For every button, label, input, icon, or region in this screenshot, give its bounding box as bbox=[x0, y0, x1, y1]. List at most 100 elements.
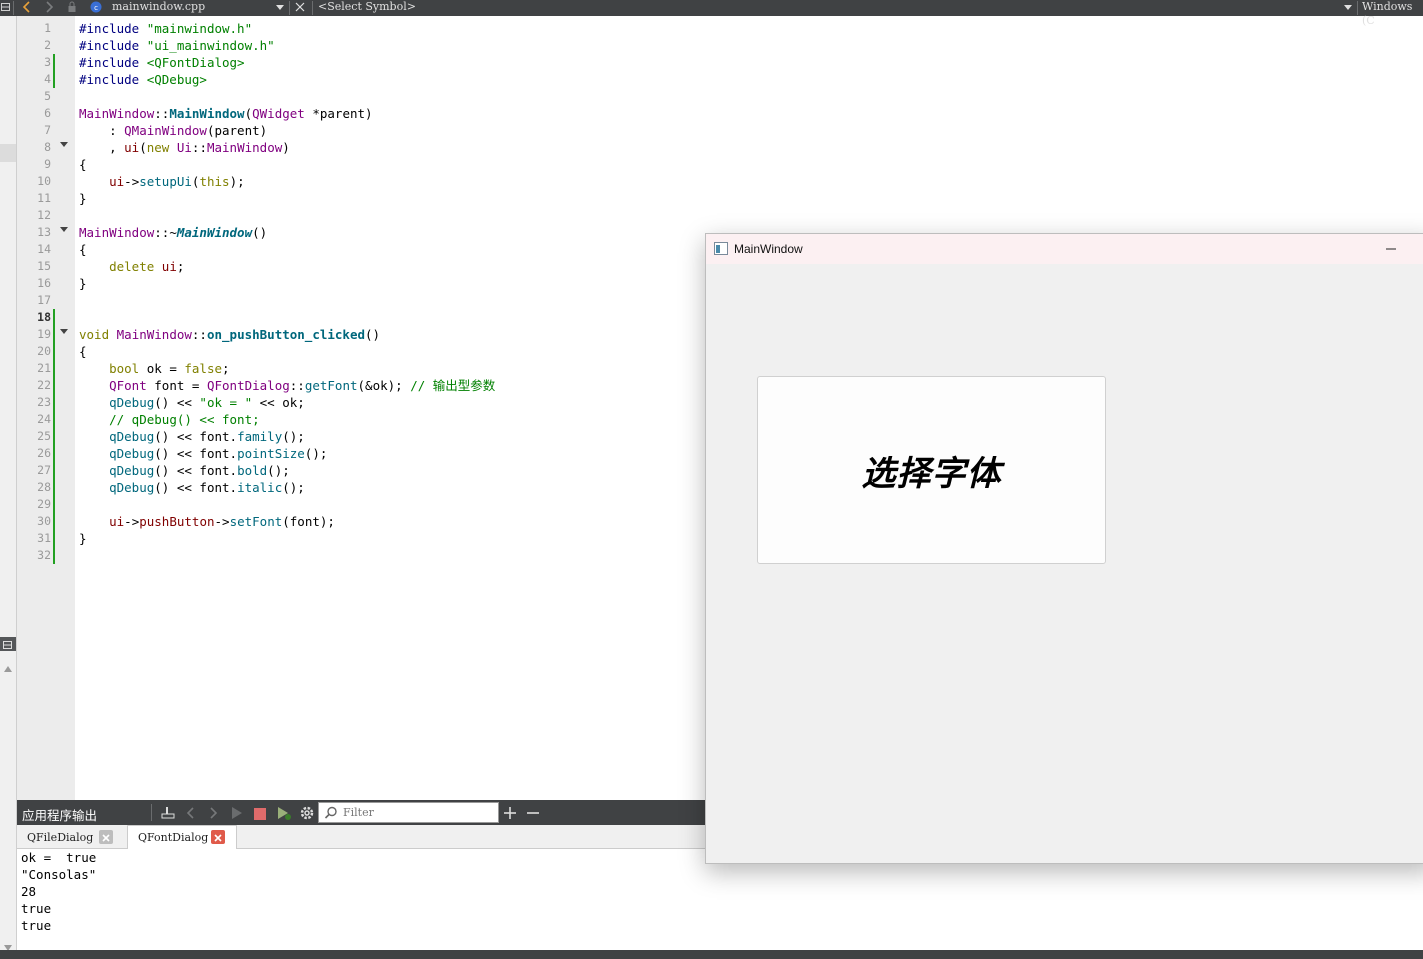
code-line: : QMainWindow(parent) bbox=[79, 123, 268, 138]
line-number: 8 bbox=[44, 140, 51, 154]
stop-icon[interactable] bbox=[253, 806, 267, 825]
line-number: 13 bbox=[37, 225, 51, 239]
line-number: 20 bbox=[37, 344, 51, 358]
code-line: qDebug() << font.bold(); bbox=[109, 463, 290, 478]
code-line: MainWindow::~MainWindow() bbox=[79, 225, 268, 240]
filter-field[interactable]: Filter bbox=[318, 802, 499, 823]
plus-icon[interactable] bbox=[503, 805, 517, 825]
code-line: } bbox=[79, 531, 87, 546]
tab-qfontdialog[interactable]: QFontDialog bbox=[127, 825, 237, 850]
code-line: { bbox=[79, 344, 87, 359]
code-line: , ui(new Ui::MainWindow) bbox=[79, 140, 290, 155]
output-line: "Consolas" bbox=[21, 867, 97, 882]
line-number: 6 bbox=[44, 106, 51, 120]
minus-icon[interactable] bbox=[526, 805, 540, 825]
code-line: QFont font = QFontDialog::getFont(&ok); … bbox=[109, 378, 496, 393]
line-number: 10 bbox=[37, 174, 51, 188]
line-number: 25 bbox=[37, 429, 51, 443]
dropdown-arrow-icon[interactable] bbox=[1344, 0, 1352, 16]
line-number: 18 bbox=[37, 310, 51, 324]
next-icon[interactable] bbox=[207, 805, 219, 825]
line-number: 5 bbox=[44, 89, 51, 103]
output-line: true bbox=[21, 901, 52, 916]
fold-arrow-icon[interactable] bbox=[60, 141, 68, 151]
code-line: qDebug() << font.italic(); bbox=[109, 480, 305, 495]
line-number: 1 bbox=[44, 21, 51, 35]
line-number: 31 bbox=[37, 531, 51, 545]
modified-line-marker bbox=[53, 309, 55, 564]
minimize-icon[interactable] bbox=[1385, 243, 1397, 255]
code-line: { bbox=[79, 242, 87, 257]
back-arrow-icon[interactable] bbox=[21, 0, 33, 16]
line-number: 7 bbox=[44, 123, 51, 137]
code-line: } bbox=[79, 276, 87, 291]
line-number: 12 bbox=[37, 208, 51, 222]
line-number: 22 bbox=[37, 378, 51, 392]
forward-arrow-icon[interactable] bbox=[43, 0, 55, 16]
file-type-icon: c bbox=[88, 0, 104, 16]
code-line: // qDebug() << font; bbox=[109, 412, 260, 427]
line-number: 21 bbox=[37, 361, 51, 375]
status-bar bbox=[0, 950, 1423, 959]
tab-label: QFileDialog bbox=[27, 831, 94, 844]
close-icon[interactable] bbox=[294, 0, 306, 16]
line-number: 14 bbox=[37, 242, 51, 256]
close-tab-icon[interactable] bbox=[211, 830, 225, 844]
code-line: { bbox=[79, 157, 87, 172]
clear-icon[interactable] bbox=[160, 805, 176, 825]
file-name[interactable]: mainwindow.cpp bbox=[112, 0, 205, 16]
search-icon bbox=[324, 806, 337, 819]
modified-line-marker bbox=[53, 54, 55, 88]
code-editor[interactable]: #include "mainwindow.h" #include "ui_main… bbox=[75, 16, 705, 800]
code-line: ui->pushButton->setFont(font); bbox=[109, 514, 335, 529]
line-number: 16 bbox=[37, 276, 51, 290]
window-title: MainWindow bbox=[734, 242, 803, 256]
tab-label: QFontDialog bbox=[138, 831, 209, 844]
select-font-button[interactable]: 选择字体 bbox=[757, 376, 1106, 564]
run-icon[interactable] bbox=[230, 805, 244, 825]
output-tabs: QFileDialog QFontDialog bbox=[17, 825, 705, 850]
left-panel-strip bbox=[0, 16, 17, 951]
prev-icon[interactable] bbox=[185, 805, 197, 825]
debug-run-icon[interactable] bbox=[276, 805, 292, 825]
lock-icon bbox=[67, 0, 77, 16]
code-line: #include <QFontDialog> bbox=[79, 55, 245, 70]
line-number: 28 bbox=[37, 480, 51, 494]
line-number: 24 bbox=[37, 412, 51, 426]
output-line: true bbox=[21, 918, 52, 933]
main-window: MainWindow 选择字体 bbox=[705, 233, 1423, 864]
code-line: qDebug() << font.pointSize(); bbox=[109, 446, 328, 461]
line-number: 26 bbox=[37, 446, 51, 460]
output-toggle-icon[interactable] bbox=[0, 637, 16, 651]
output-pane-title: 应用程序输出 bbox=[22, 808, 98, 823]
split-icon[interactable] bbox=[1, 0, 11, 16]
gear-icon[interactable] bbox=[299, 805, 315, 825]
line-number-gutter: 1 2 3 4 5 6 7 8 9 10 11 12 13 14 15 16 17 18 19 20 21 22 23 24 2… bbox=[17, 16, 75, 800]
scroll-up-icon[interactable] bbox=[3, 658, 13, 677]
svg-text:c: c bbox=[94, 4, 98, 12]
line-number: 29 bbox=[37, 497, 51, 511]
line-ending-selector[interactable]: Windows (C bbox=[1362, 0, 1423, 27]
window-title-bar[interactable]: MainWindow bbox=[706, 234, 1423, 264]
line-number: 30 bbox=[37, 514, 51, 528]
code-line: void MainWindow::on_pushButton_clicked() bbox=[79, 327, 381, 342]
output-pane-toolbar: 应用程序输出 Filter bbox=[17, 800, 705, 825]
line-number: 32 bbox=[37, 548, 51, 562]
line-number: 19 bbox=[37, 327, 51, 341]
line-number: 2 bbox=[44, 38, 51, 52]
line-number: 27 bbox=[37, 463, 51, 477]
line-number: 9 bbox=[44, 157, 51, 171]
dropdown-arrow-icon[interactable] bbox=[276, 0, 284, 16]
close-tab-icon[interactable] bbox=[99, 830, 113, 844]
code-line: qDebug() << font.family(); bbox=[109, 429, 305, 444]
tab-qfiledialog[interactable]: QFileDialog bbox=[23, 828, 127, 848]
code-line: qDebug() << "ok = " << ok; bbox=[109, 395, 305, 410]
fold-arrow-icon[interactable] bbox=[60, 226, 68, 236]
code-line: bool ok = false; bbox=[109, 361, 230, 376]
symbol-selector[interactable]: <Select Symbol> bbox=[318, 0, 416, 16]
code-line: #include "ui_mainwindow.h" bbox=[79, 38, 275, 53]
application-output[interactable]: ok = true "Consolas" 28 true true bbox=[17, 849, 705, 950]
window-icon bbox=[714, 242, 728, 255]
fold-arrow-icon[interactable] bbox=[60, 328, 68, 338]
code-line: #include <QDebug> bbox=[79, 72, 207, 87]
